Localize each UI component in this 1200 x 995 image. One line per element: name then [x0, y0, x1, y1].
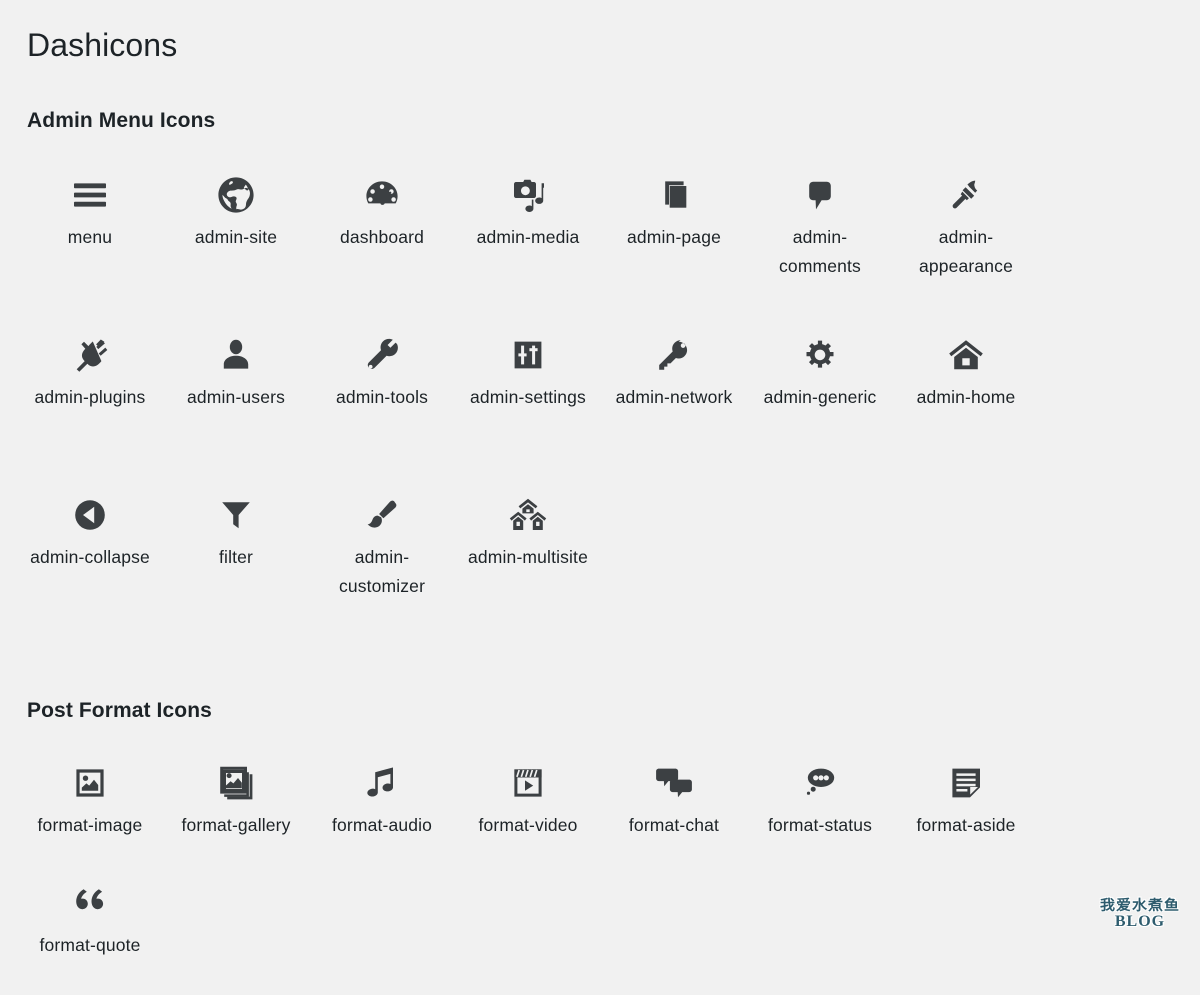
- icon-cell-admin-site[interactable]: admin-site: [163, 167, 309, 327]
- admin-generic-icon: [747, 327, 893, 383]
- icon-cell-admin-home[interactable]: admin-home: [893, 327, 1039, 487]
- section-admin-menu-icons: Admin Menu Icons menu a: [17, 64, 1183, 647]
- watermark-cn-text: 我爱水煮鱼: [1086, 897, 1194, 913]
- icon-grid-admin-menu: menu admin-site dashboard: [17, 133, 1183, 647]
- icon-label: format-aside: [906, 811, 1026, 840]
- format-gallery-icon: [163, 755, 309, 811]
- icon-label: admin-multisite: [468, 543, 588, 572]
- section-post-format-icons: Post Format Icons format-image: [17, 647, 1183, 995]
- icon-cell-filter[interactable]: filter: [163, 487, 309, 647]
- icon-cell-admin-tools[interactable]: admin-tools: [309, 327, 455, 487]
- menu-icon: [17, 167, 163, 223]
- icon-cell-admin-collapse[interactable]: admin-collapse: [17, 487, 163, 647]
- icon-cell-admin-page[interactable]: admin-page: [601, 167, 747, 327]
- icon-cell-admin-multisite[interactable]: admin-multisite: [455, 487, 601, 647]
- icon-label: admin-network: [614, 383, 734, 412]
- icon-label: admin-site: [176, 223, 296, 252]
- icon-label: format-image: [30, 811, 150, 840]
- icon-cell-admin-media[interactable]: admin-media: [455, 167, 601, 327]
- page-title: Dashicons: [17, 0, 1183, 64]
- watermark-en-text: BLOG: [1086, 914, 1194, 930]
- icon-label: admin-users: [176, 383, 296, 412]
- icon-label: admin-generic: [760, 383, 880, 412]
- admin-page-icon: [601, 167, 747, 223]
- admin-network-icon: [601, 327, 747, 383]
- icon-cell-format-chat[interactable]: format-chat: [601, 755, 747, 875]
- filter-icon: [163, 487, 309, 543]
- icon-cell-format-aside[interactable]: format-aside: [893, 755, 1039, 875]
- icon-label: admin-plugins: [30, 383, 150, 412]
- admin-appearance-icon: [893, 167, 1039, 223]
- icon-label: admin-comments: [760, 223, 880, 281]
- icon-label: admin-home: [906, 383, 1026, 412]
- admin-site-icon: [163, 167, 309, 223]
- icon-cell-admin-plugins[interactable]: admin-plugins: [17, 327, 163, 487]
- admin-users-icon: [163, 327, 309, 383]
- icon-cell-admin-appearance[interactable]: admin-appearance: [893, 167, 1039, 327]
- icon-label: admin-appearance: [906, 223, 1026, 281]
- format-aside-icon: [893, 755, 1039, 811]
- format-audio-icon: [309, 755, 455, 811]
- icon-label: format-quote: [30, 931, 150, 960]
- icon-label: admin-settings: [468, 383, 588, 412]
- admin-plugins-icon: [17, 327, 163, 383]
- site-watermark: 我爱水煮鱼 BLOG: [1086, 897, 1194, 937]
- icon-cell-admin-network[interactable]: admin-network: [601, 327, 747, 487]
- icon-label: admin-page: [614, 223, 734, 252]
- icon-cell-format-gallery[interactable]: format-gallery: [163, 755, 309, 875]
- icon-label: format-audio: [322, 811, 442, 840]
- section-title-admin-menu-icons: Admin Menu Icons: [17, 64, 1183, 133]
- icon-label: filter: [176, 543, 296, 572]
- admin-home-icon: [893, 327, 1039, 383]
- section-title-post-format-icons: Post Format Icons: [17, 647, 1183, 723]
- format-chat-icon: [601, 755, 747, 811]
- icon-label: menu: [30, 223, 150, 252]
- icon-label: admin-customizer: [322, 543, 442, 601]
- icon-cell-admin-settings[interactable]: admin-settings: [455, 327, 601, 487]
- icon-cell-admin-customizer[interactable]: admin-customizer: [309, 487, 455, 647]
- format-status-icon: [747, 755, 893, 811]
- admin-tools-icon: [309, 327, 455, 383]
- dashicons-page: Dashicons Admin Menu Icons menu: [0, 0, 1200, 941]
- dashboard-icon: [309, 167, 455, 223]
- icon-cell-dashboard[interactable]: dashboard: [309, 167, 455, 327]
- icon-cell-admin-users[interactable]: admin-users: [163, 327, 309, 487]
- icon-cell-format-image[interactable]: format-image: [17, 755, 163, 875]
- admin-multisite-icon: [455, 487, 601, 543]
- icon-label: dashboard: [322, 223, 442, 252]
- icon-label: format-status: [760, 811, 880, 840]
- icon-label: format-gallery: [176, 811, 296, 840]
- icon-cell-format-audio[interactable]: format-audio: [309, 755, 455, 875]
- admin-collapse-icon: [17, 487, 163, 543]
- icon-cell-admin-generic[interactable]: admin-generic: [747, 327, 893, 487]
- icon-cell-admin-comments[interactable]: admin-comments: [747, 167, 893, 327]
- icon-label: format-video: [468, 811, 588, 840]
- admin-settings-icon: [455, 327, 601, 383]
- icon-cell-format-video[interactable]: format-video: [455, 755, 601, 875]
- format-video-icon: [455, 755, 601, 811]
- admin-comments-icon: [747, 167, 893, 223]
- admin-customizer-icon: [309, 487, 455, 543]
- format-quote-icon: [17, 875, 163, 931]
- format-image-icon: [17, 755, 163, 811]
- admin-media-icon: [455, 167, 601, 223]
- icon-label: format-chat: [614, 811, 734, 840]
- icon-cell-format-status[interactable]: format-status: [747, 755, 893, 875]
- icon-cell-format-quote[interactable]: format-quote: [17, 875, 163, 995]
- icon-label: admin-collapse: [30, 543, 150, 572]
- icon-cell-menu[interactable]: menu: [17, 167, 163, 327]
- icon-label: admin-tools: [322, 383, 442, 412]
- icon-label: admin-media: [468, 223, 588, 252]
- icon-grid-post-format: format-image format-gallery: [17, 723, 1183, 995]
